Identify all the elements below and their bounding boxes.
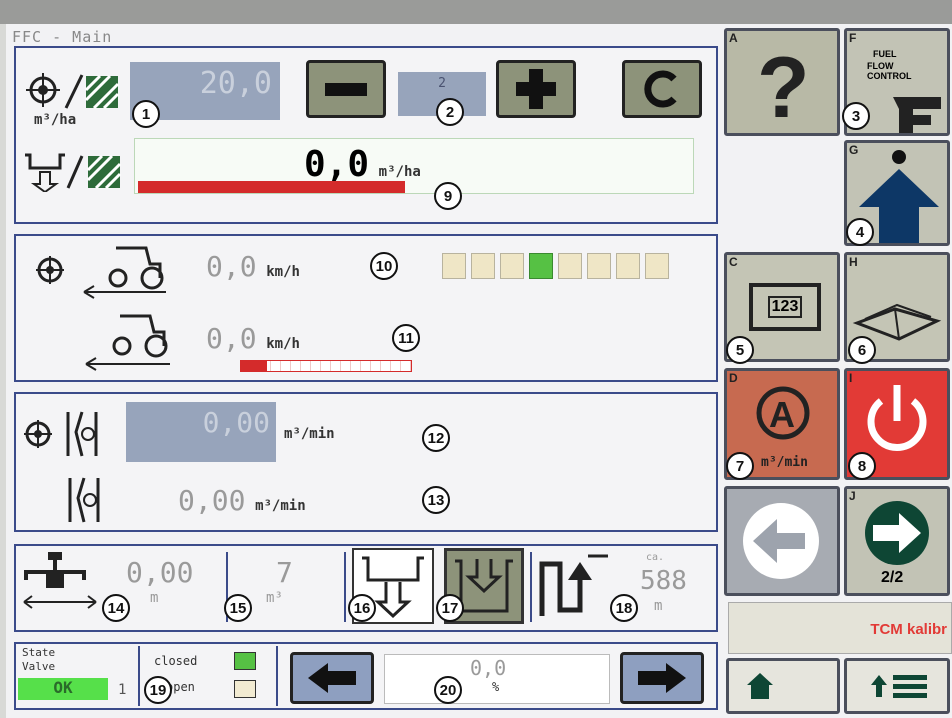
target-flow-value[interactable]: 0,00 bbox=[126, 402, 276, 462]
actual-speed-icon bbox=[85, 314, 170, 371]
callout-marker: 18 bbox=[610, 594, 638, 622]
gear-indicator bbox=[500, 253, 524, 279]
callout-marker: 9 bbox=[434, 182, 462, 210]
tank-divider-3 bbox=[530, 552, 532, 622]
menu-softkey[interactable] bbox=[844, 658, 950, 714]
callout-marker: 12 bbox=[422, 424, 450, 452]
callout-marker: 19 bbox=[144, 676, 172, 704]
menu-list-icon bbox=[871, 675, 927, 698]
previous-valve-button[interactable] bbox=[290, 652, 374, 704]
actual-flow-icon bbox=[68, 477, 100, 523]
tcm-calibration-button[interactable]: TCM kalibr bbox=[728, 602, 952, 654]
actual-flow-value: 0,00 m³/min bbox=[178, 484, 306, 517]
ffc-logo: FLOW CONTROL bbox=[867, 61, 912, 81]
gear-indicator bbox=[558, 253, 582, 279]
speed-bar-fill bbox=[241, 361, 267, 371]
help-softkey[interactable]: A ? bbox=[724, 28, 840, 136]
page-indicator: 2/2 bbox=[881, 569, 904, 586]
target-flow-unit: m³/min bbox=[284, 426, 335, 442]
next-valve-button[interactable] bbox=[620, 652, 704, 704]
valve-distance-icon bbox=[23, 552, 97, 609]
top-bezel bbox=[0, 0, 952, 24]
callout-marker: 1 bbox=[132, 100, 160, 128]
callout-marker: 3 bbox=[842, 102, 870, 130]
callout-marker: 11 bbox=[392, 324, 420, 352]
question-icon: ? bbox=[757, 40, 810, 136]
callout-marker: 8 bbox=[848, 452, 876, 480]
callout-marker: 10 bbox=[370, 252, 398, 280]
circle-arrow-right-icon bbox=[865, 501, 929, 565]
open-indicator bbox=[234, 680, 256, 698]
home-softkey[interactable] bbox=[726, 658, 840, 714]
callout-marker: 4 bbox=[846, 218, 874, 246]
gear-indicator bbox=[587, 253, 611, 279]
state-divider-2 bbox=[276, 646, 278, 706]
valve-gauge-value: 0,0 bbox=[470, 656, 507, 680]
gear-indicator bbox=[442, 253, 466, 279]
range-prefix: ca. bbox=[646, 552, 665, 563]
actual-rate-value: 0,0 m³/ha bbox=[304, 144, 421, 185]
target-speed-icon bbox=[36, 246, 166, 299]
callout-marker: 16 bbox=[348, 594, 376, 622]
callout-marker: 7 bbox=[726, 452, 754, 480]
decrease-button[interactable] bbox=[306, 60, 386, 118]
minus-icon bbox=[325, 82, 367, 96]
callout-marker: 20 bbox=[434, 676, 462, 704]
callout-marker: 14 bbox=[102, 594, 130, 622]
valve-gauge-unit: % bbox=[492, 680, 500, 694]
callout-marker: 17 bbox=[436, 594, 464, 622]
svg-text:A: A bbox=[769, 394, 795, 435]
volume-value: 7 bbox=[276, 556, 293, 589]
closed-label: closed bbox=[154, 654, 198, 668]
actual-rate-icon bbox=[25, 153, 122, 192]
callout-marker: 15 bbox=[224, 594, 252, 622]
target-rate-icon bbox=[26, 73, 120, 110]
counter-icon: 123 bbox=[749, 283, 821, 331]
tank-divider-2 bbox=[344, 552, 346, 622]
gear-indicator bbox=[645, 253, 669, 279]
state-divider bbox=[138, 646, 140, 706]
range-value: 588 bbox=[640, 566, 687, 596]
ffc-logo-icon bbox=[893, 97, 941, 133]
valve-number: 1 bbox=[118, 682, 127, 698]
status-ok: OK bbox=[18, 678, 108, 700]
arrow-left-icon bbox=[308, 663, 356, 693]
auto-icon: A bbox=[756, 386, 810, 440]
home-icon bbox=[747, 673, 773, 699]
arrow-right-icon bbox=[638, 663, 686, 693]
distance-value: 0,00 bbox=[126, 556, 194, 589]
plus-icon bbox=[516, 69, 556, 109]
distance-unit: m bbox=[150, 590, 159, 606]
callout-marker: 2 bbox=[436, 98, 464, 126]
state-label: State Valve bbox=[22, 646, 56, 673]
circle-arrow-left-icon bbox=[743, 503, 819, 579]
increase-button[interactable] bbox=[496, 60, 576, 118]
actual-speed-value: 0,0 km/h bbox=[206, 322, 300, 355]
target-speed-value: 0,0 km/h bbox=[206, 250, 300, 283]
callout-marker: 5 bbox=[726, 336, 754, 364]
remaining-distance-icon bbox=[539, 554, 608, 616]
svg-text:?: ? bbox=[757, 40, 810, 133]
callout-marker: 6 bbox=[848, 336, 876, 364]
previous-page-softkey[interactable] bbox=[724, 486, 840, 596]
gear-indicator bbox=[616, 253, 640, 279]
ffc-logo-top: FUEL bbox=[873, 49, 897, 59]
rate-unit: m³/ha bbox=[34, 112, 77, 128]
volume-unit: m³ bbox=[266, 590, 283, 606]
gear-indicator bbox=[471, 253, 495, 279]
callout-marker: 13 bbox=[422, 486, 450, 514]
gear-indicator bbox=[529, 253, 553, 279]
range-unit: m bbox=[654, 598, 663, 614]
page-title: FFC - Main bbox=[12, 28, 113, 46]
clear-button[interactable] bbox=[622, 60, 702, 118]
auto-unit: m³/min bbox=[761, 455, 808, 470]
closed-indicator bbox=[234, 652, 256, 670]
c-icon bbox=[644, 70, 677, 108]
target-flow-icon bbox=[24, 411, 98, 457]
next-page-softkey[interactable]: J 2/2 bbox=[844, 486, 950, 596]
